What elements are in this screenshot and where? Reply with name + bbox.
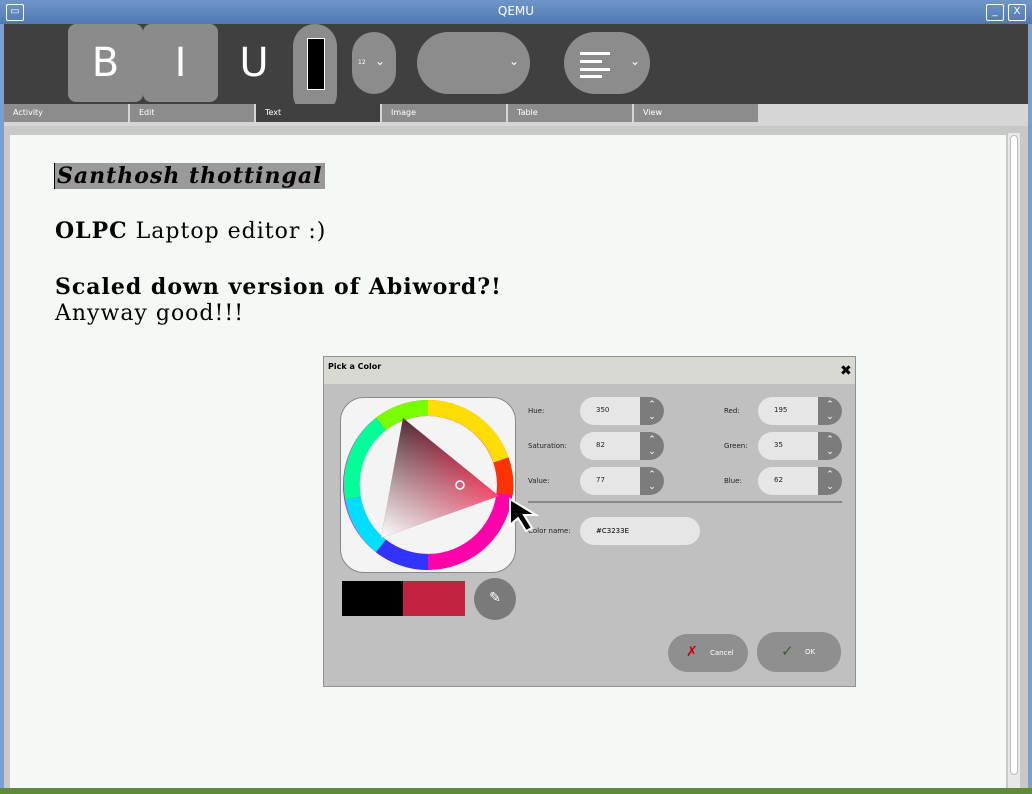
toolbar: B I U 12 ⌄ ⌄ ⌄ bbox=[4, 24, 1028, 116]
tab-text[interactable]: Text bbox=[256, 104, 380, 122]
window-title: QEMU bbox=[497, 4, 535, 18]
text-color-button[interactable] bbox=[293, 24, 337, 116]
color-wheel-panel bbox=[340, 397, 516, 573]
spin-arrows-icon[interactable]: ⌃ ⌄ bbox=[640, 397, 664, 425]
color-name-input[interactable]: #C3233E bbox=[580, 517, 700, 545]
underline-button[interactable]: U bbox=[229, 24, 279, 102]
red-value: 195 bbox=[774, 406, 788, 414]
spin-arrows-icon[interactable]: ⌃ ⌄ bbox=[818, 397, 842, 425]
dialog-title: Pick a Color bbox=[324, 357, 855, 384]
mouse-cursor-icon bbox=[509, 497, 540, 533]
color-name-value: #C3233E bbox=[596, 527, 629, 535]
cancel-label: Cancel bbox=[710, 649, 734, 657]
tab-view[interactable]: View bbox=[634, 104, 758, 122]
spin-arrows-icon[interactable]: ⌃ ⌄ bbox=[640, 432, 664, 460]
italic-button[interactable]: I bbox=[143, 24, 218, 102]
green-label: Green: bbox=[724, 442, 748, 450]
tab-activity[interactable]: Activity bbox=[4, 104, 128, 122]
hue-spinner[interactable]: 350 ⌃ ⌄ bbox=[580, 397, 664, 425]
vertical-scrollbar[interactable] bbox=[1008, 133, 1020, 788]
chevron-down-icon: ⌄ bbox=[375, 54, 386, 68]
hue-ring[interactable] bbox=[341, 398, 515, 572]
eyedropper-button[interactable]: ✎ bbox=[474, 578, 516, 620]
tab-bar: Activity Edit Text Image Table View bbox=[4, 104, 1028, 126]
hue-label: Hue: bbox=[528, 407, 545, 415]
saturation-value: 82 bbox=[596, 441, 605, 449]
current-color-swatch bbox=[403, 581, 465, 616]
chevron-down-icon: ⌄ bbox=[509, 54, 520, 68]
separator bbox=[528, 501, 842, 503]
saturation-label: Saturation: bbox=[528, 442, 567, 450]
doc-line-4[interactable]: Anyway good!!! bbox=[55, 301, 244, 326]
tab-image[interactable]: Image bbox=[382, 104, 506, 122]
desktop-panel bbox=[0, 788, 1032, 794]
spin-arrows-icon[interactable]: ⌃ ⌄ bbox=[818, 467, 842, 495]
close-window-button[interactable]: X bbox=[1008, 4, 1026, 21]
align-left-icon bbox=[580, 52, 610, 78]
tab-table[interactable]: Table bbox=[508, 104, 632, 122]
green-spinner[interactable]: 35 ⌃ ⌄ bbox=[758, 432, 842, 460]
value-value: 77 bbox=[596, 476, 605, 484]
red-label: Red: bbox=[724, 407, 740, 415]
value-label: Value: bbox=[528, 477, 550, 485]
blue-value: 62 bbox=[774, 476, 783, 484]
blue-spinner[interactable]: 62 ⌃ ⌄ bbox=[758, 467, 842, 495]
color-swatch-icon bbox=[307, 38, 325, 90]
font-size-value: 12 bbox=[358, 59, 366, 66]
minimize-button[interactable]: _ bbox=[986, 4, 1004, 21]
previous-color-swatch bbox=[342, 581, 403, 616]
blue-label: Blue: bbox=[724, 477, 742, 485]
value-spinner[interactable]: 77 ⌃ ⌄ bbox=[580, 467, 664, 495]
green-value: 35 bbox=[774, 441, 783, 449]
doc-line-selected[interactable]: Santhosh thottingal bbox=[54, 163, 325, 189]
window-titlebar: ▭ QEMU _ X bbox=[0, 0, 1032, 24]
ok-button[interactable]: ✓ OK bbox=[757, 632, 841, 672]
close-icon[interactable]: ✖ bbox=[840, 363, 852, 379]
color-picker-dialog: Pick a Color ✖ ✎ Hue: 350 ⌃ ⌄ Saturation… bbox=[323, 356, 856, 687]
eyedropper-icon: ✎ bbox=[489, 590, 501, 606]
red-spinner[interactable]: 195 ⌃ ⌄ bbox=[758, 397, 842, 425]
ok-label: OK bbox=[805, 648, 816, 656]
scrollbar-thumb[interactable] bbox=[1010, 135, 1018, 775]
alignment-select[interactable]: ⌄ bbox=[564, 32, 650, 94]
doc-bold-text: OLPC bbox=[55, 218, 128, 244]
doc-line-3[interactable]: Scaled down version of Abiword?! bbox=[55, 274, 502, 300]
font-family-select[interactable]: ⌄ bbox=[417, 32, 530, 94]
tab-edit[interactable]: Edit bbox=[130, 104, 254, 122]
spin-arrows-icon[interactable]: ⌃ ⌄ bbox=[818, 432, 842, 460]
spin-arrows-icon[interactable]: ⌃ ⌄ bbox=[640, 467, 664, 495]
saturation-spinner[interactable]: 82 ⌃ ⌄ bbox=[580, 432, 664, 460]
ok-icon: ✓ bbox=[781, 642, 794, 660]
hue-value: 350 bbox=[596, 406, 610, 414]
doc-text: Laptop editor :) bbox=[127, 219, 327, 244]
cancel-icon: ✗ bbox=[686, 644, 698, 660]
chevron-down-icon: ⌄ bbox=[630, 54, 641, 68]
bold-button[interactable]: B bbox=[68, 24, 143, 102]
cancel-button[interactable]: ✗ Cancel bbox=[668, 634, 748, 672]
doc-line-2[interactable]: OLPC Laptop editor :) bbox=[55, 218, 326, 244]
font-size-select[interactable]: 12 ⌄ bbox=[352, 32, 396, 94]
